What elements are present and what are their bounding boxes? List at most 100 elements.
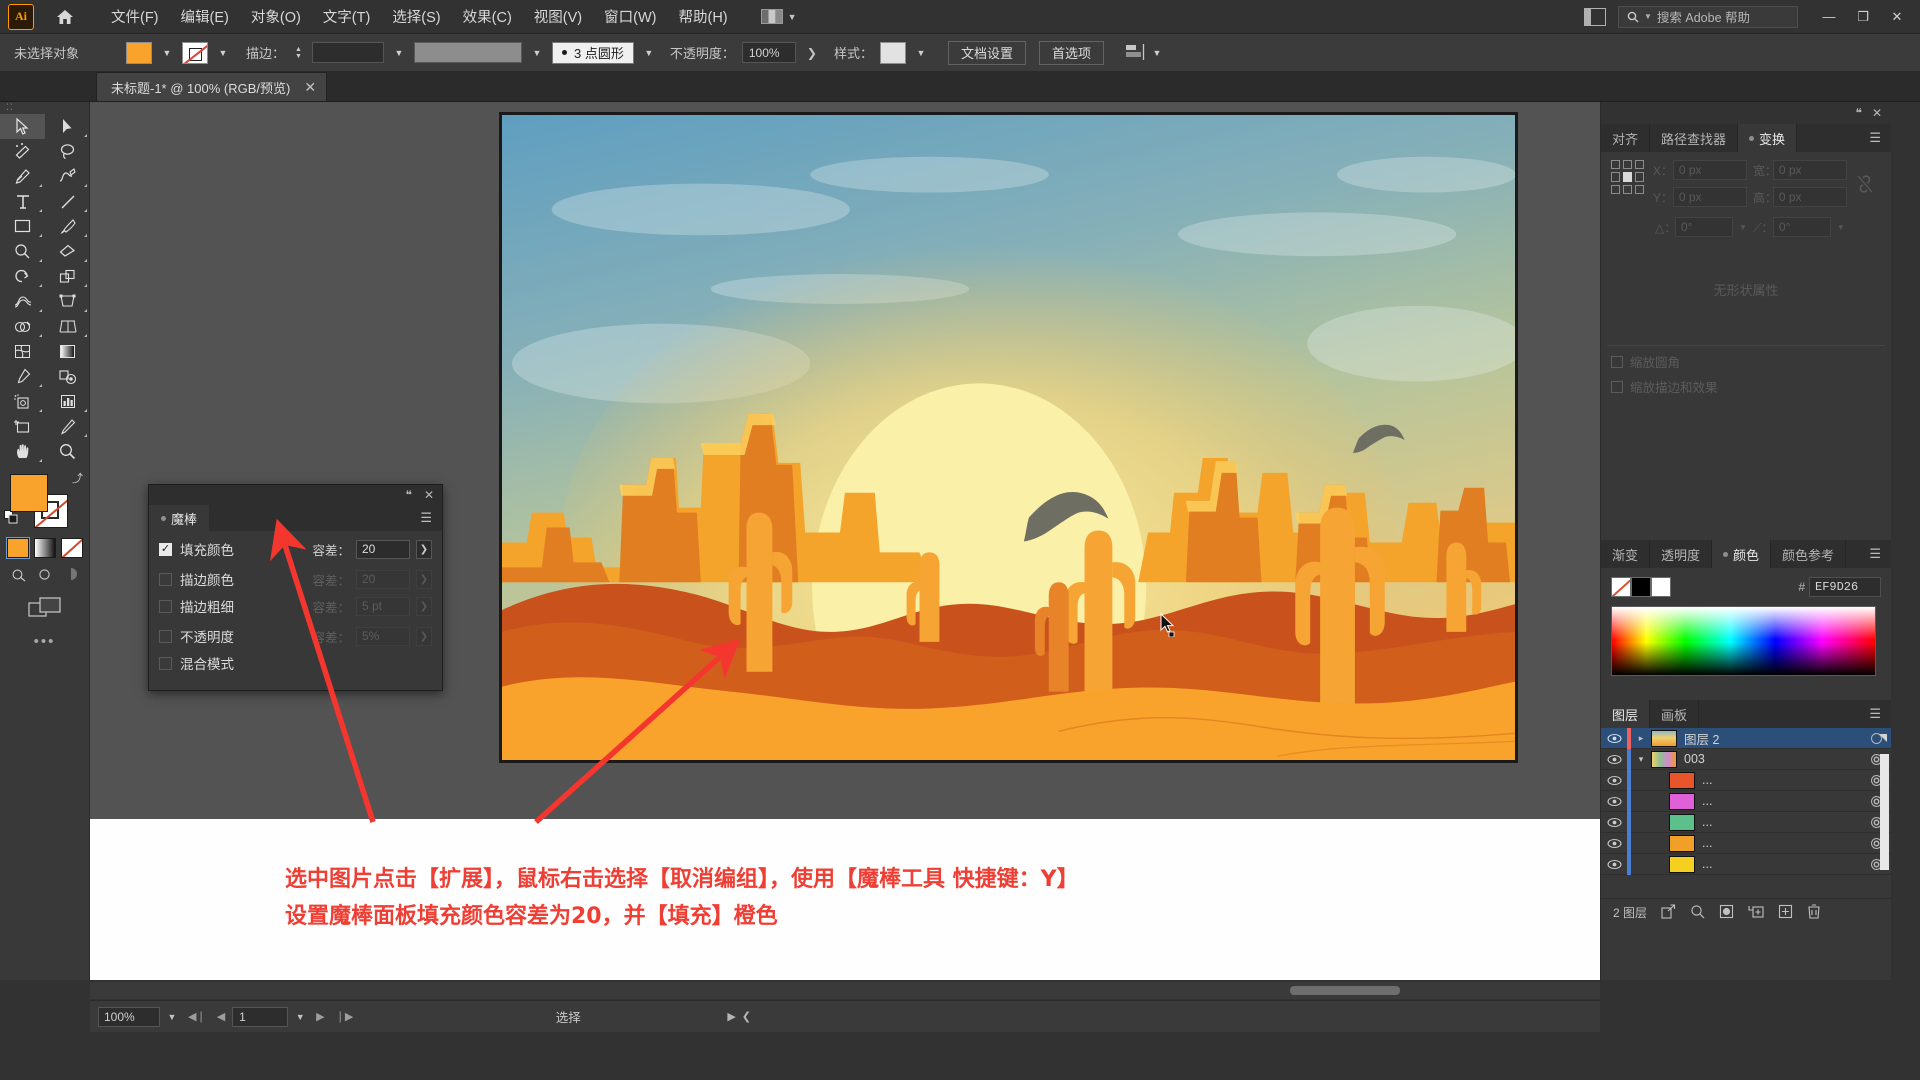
height-input[interactable]: 0 px — [1772, 187, 1847, 207]
none-fill-button[interactable] — [60, 538, 83, 558]
link-broken-icon[interactable] — [1856, 160, 1881, 199]
collapse-icon[interactable]: ❝ — [405, 488, 411, 502]
layer-name[interactable]: ... — [1702, 836, 1861, 850]
tab-artboards[interactable]: 画板 — [1650, 700, 1700, 728]
stroke-weight-stepper[interactable]: ▲ ▼ — [292, 42, 305, 64]
close-icon[interactable]: ✕ — [304, 79, 316, 96]
menu-window[interactable]: 窗口(W) — [593, 2, 667, 31]
stroke-profile-dropdown-icon[interactable]: ▼ — [529, 42, 545, 64]
direct-selection-tool[interactable] — [45, 114, 90, 139]
document-setup-button[interactable]: 文档设置 — [947, 40, 1026, 65]
shaper-tool[interactable] — [0, 239, 45, 264]
opacity-input[interactable]: 100% — [741, 42, 796, 63]
stroke-weight-tolerance-input[interactable]: 5 pt — [356, 596, 410, 616]
zoom-dropdown-icon[interactable]: ▼ — [163, 1012, 181, 1022]
zoom-level-input[interactable]: 100% — [98, 1006, 160, 1027]
tab-pathfinder[interactable]: 路径查找器 — [1650, 124, 1739, 152]
artboard-dropdown-icon[interactable]: ▼ — [291, 1012, 309, 1022]
eye-icon[interactable] — [1601, 754, 1627, 765]
magic-wand-row-fill-color[interactable]: 填充颜色 容差： 20 ❯ — [159, 538, 432, 560]
style-dropdown-icon[interactable]: ▼ — [913, 42, 929, 64]
hex-input[interactable]: EF9D26 — [1809, 577, 1881, 597]
align-icon[interactable] — [1125, 44, 1145, 61]
selection-tool[interactable] — [0, 114, 45, 139]
layer-name[interactable]: 图层 2 — [1684, 729, 1861, 748]
table-row[interactable]: ▸ 图层 2 — [1601, 728, 1891, 749]
canvas-area[interactable] — [90, 102, 1600, 819]
stroke-dropdown-icon[interactable]: ▼ — [215, 42, 231, 64]
shear-dropdown-icon[interactable]: ▼ — [1837, 223, 1845, 232]
brush-definition-box[interactable]: 3 点圆形 — [552, 41, 634, 64]
color-spectrum[interactable] — [1611, 606, 1876, 676]
table-row[interactable]: ▾ 003 — [1601, 748, 1891, 770]
gradient-fill-button[interactable] — [33, 538, 56, 558]
column-graph-tool[interactable] — [45, 389, 90, 414]
stroke-profile-box[interactable] — [414, 42, 523, 63]
table-row[interactable]: ... — [1601, 832, 1891, 854]
edit-toolbar-button[interactable]: ••• — [0, 633, 89, 650]
width-tool[interactable] — [0, 289, 45, 314]
free-transform-tool[interactable] — [45, 289, 90, 314]
table-row[interactable]: ... — [1601, 790, 1891, 812]
paintbrush-tool[interactable] — [45, 214, 90, 239]
panel-toggle-icon[interactable] — [1584, 7, 1606, 26]
minimize-button[interactable]: — — [1812, 4, 1846, 30]
layer-name[interactable]: ... — [1702, 773, 1861, 787]
slice-tool[interactable] — [45, 414, 90, 439]
shear-input[interactable]: 0° — [1772, 217, 1831, 237]
eye-icon[interactable] — [1601, 817, 1627, 828]
angle-input[interactable]: 0° — [1675, 217, 1733, 237]
style-swatch[interactable] — [879, 41, 906, 64]
layer-name[interactable]: ... — [1702, 857, 1861, 871]
status-collapse-icon[interactable]: ❮ — [742, 1010, 751, 1023]
blend-tool[interactable] — [45, 364, 90, 389]
screen-mode-button[interactable] — [0, 595, 89, 619]
lasso-tool[interactable] — [45, 139, 90, 164]
type-tool[interactable] — [0, 189, 45, 214]
stroke-weight-input[interactable] — [312, 42, 385, 63]
home-icon[interactable] — [52, 4, 78, 30]
toolbar-fill-swatch[interactable] — [10, 474, 48, 512]
hamburger-icon[interactable]: ☰ — [1859, 700, 1891, 728]
eraser-tool[interactable] — [45, 239, 90, 264]
toolbar-grip[interactable]: ⁚⁚ — [0, 102, 89, 114]
layer-name[interactable]: ... — [1702, 815, 1861, 829]
artboard-tool[interactable] — [0, 414, 45, 439]
dock-rail[interactable] — [1890, 102, 1905, 980]
fill-tolerance-expand-icon[interactable]: ❯ — [416, 539, 432, 559]
line-segment-tool[interactable] — [45, 189, 90, 214]
menu-view[interactable]: 视图(V) — [523, 2, 593, 31]
scrollbar-thumb[interactable] — [1290, 986, 1400, 995]
tab-color[interactable]: 颜色 — [1712, 540, 1772, 568]
gradient-tool[interactable] — [45, 339, 90, 364]
scale-corners-checkbox[interactable] — [1611, 355, 1623, 368]
black-swatch[interactable] — [1631, 577, 1651, 597]
rotate-tool[interactable] — [0, 264, 45, 289]
white-swatch[interactable] — [1651, 577, 1671, 597]
horizontal-scrollbar[interactable] — [90, 982, 1600, 999]
draw-inside-icon[interactable] — [61, 565, 81, 583]
chevron-right-icon[interactable]: ▸ — [1631, 733, 1651, 744]
magic-wand-row-stroke-weight[interactable]: 描边粗细 容差： 5 pt ❯ — [159, 595, 432, 617]
search-icon[interactable] — [1690, 904, 1705, 922]
restore-button[interactable]: ❐ — [1846, 4, 1880, 30]
tab-magic-wand[interactable]: 魔棒 — [149, 505, 210, 531]
width-input[interactable]: 0 px — [1772, 160, 1847, 180]
scale-corners-row[interactable]: 缩放圆角 — [1611, 352, 1881, 371]
workspace-switcher[interactable]: ▼ — [760, 9, 797, 24]
eye-icon[interactable] — [1601, 796, 1627, 807]
tab-transparency[interactable]: 透明度 — [1650, 540, 1713, 568]
color-fill-button[interactable] — [5, 537, 30, 559]
collapse-icon[interactable]: ❝ — [1855, 106, 1861, 120]
perspective-grid-tool[interactable] — [45, 314, 90, 339]
pen-tool[interactable] — [0, 164, 45, 189]
tab-color-guide[interactable]: 颜色参考 — [1771, 540, 1847, 568]
make-mask-icon[interactable] — [1719, 904, 1734, 922]
curvature-tool[interactable] — [45, 164, 90, 189]
opacity-tolerance-input[interactable]: 5% — [356, 626, 410, 646]
blending-mode-checkbox[interactable] — [159, 656, 172, 670]
eyedropper-tool[interactable] — [0, 364, 45, 389]
delete-layer-icon[interactable] — [1807, 903, 1821, 922]
last-artboard-button[interactable]: ❘▶ — [332, 1010, 358, 1023]
draw-normal-icon[interactable] — [9, 565, 29, 583]
